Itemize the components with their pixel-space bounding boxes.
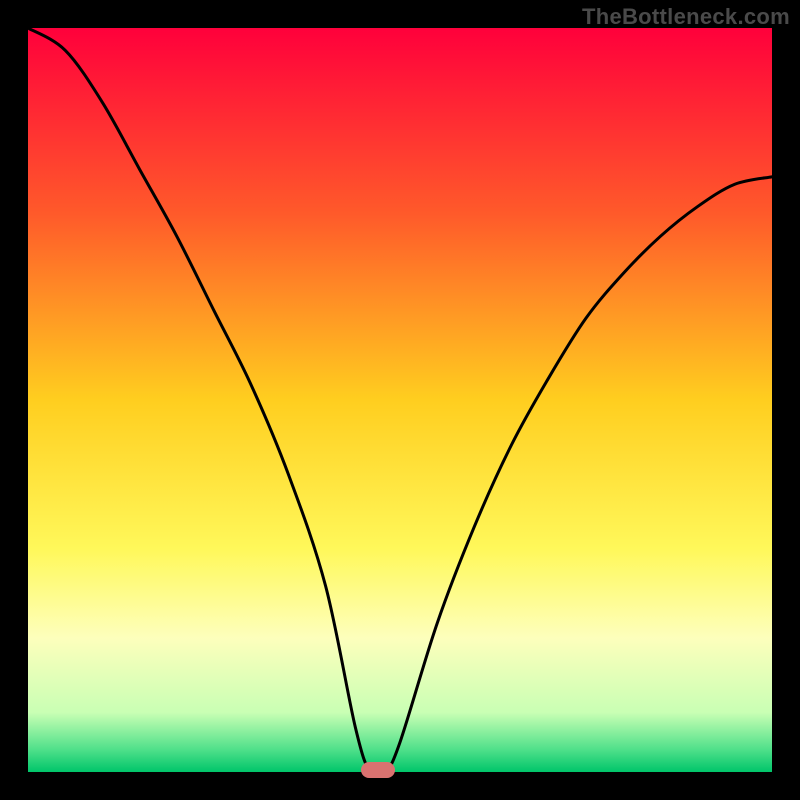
chart-svg <box>28 28 772 772</box>
watermark-text: TheBottleneck.com <box>582 4 790 30</box>
gradient-background <box>28 28 772 772</box>
plot-area <box>28 28 772 772</box>
minimum-marker <box>361 762 395 778</box>
chart-frame: TheBottleneck.com <box>0 0 800 800</box>
